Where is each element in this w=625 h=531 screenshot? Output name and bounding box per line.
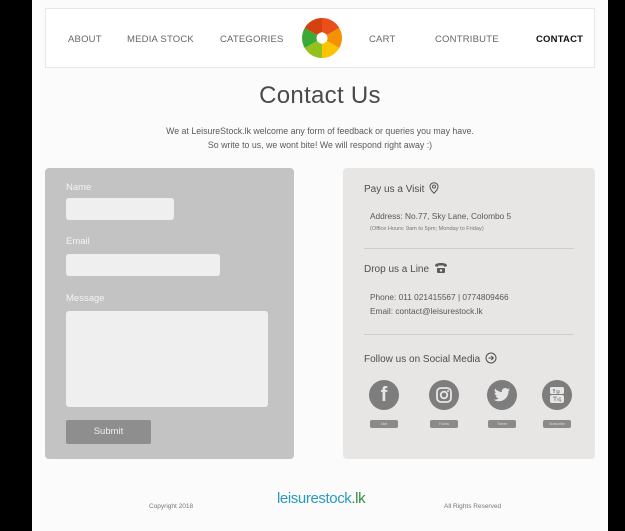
arrow-circle-icon [485,352,497,367]
instagram-widget: Follow [427,380,461,432]
intro-text: We at LeisureStock.lk welcome any form o… [32,124,608,152]
social-heading: Follow us on Social Media [364,352,497,367]
divider [364,334,574,335]
message-label: Message [66,293,105,304]
divider [364,248,574,249]
line-heading-text: Drop us a Line [364,264,430,275]
intro-line-1: We at LeisureStock.lk welcome any form o… [166,126,474,136]
line-heading: Drop us a Line [364,262,448,277]
twitter-tweet-button[interactable]: Tweet [488,420,516,428]
nav-cart[interactable]: CART [369,9,396,69]
facebook-like-button[interactable]: Like [370,420,398,428]
top-navbar: ABOUT MEDIA STOCK CATEGORIES CART CONTRI… [45,8,595,68]
youtube-subscribe-button[interactable]: Subscribe [543,420,571,428]
footer-logo[interactable]: leisurestock.lk [277,490,366,507]
facebook-icon[interactable]: f [369,380,399,410]
email-text: Email: contact@leisurestock.lk [370,306,483,316]
page: ABOUT MEDIA STOCK CATEGORIES CART CONTRI… [32,0,608,531]
footer-copyright: Copyright 2018 [149,503,194,510]
twitter-widget: Tweet [485,380,519,432]
nav-media-stock[interactable]: MEDIA STOCK [127,9,194,69]
youtube-icon[interactable] [542,380,572,410]
instagram-follow-button[interactable]: Follow [430,420,458,428]
facebook-widget: f Like [367,380,401,432]
nav-contact[interactable]: CONTACT [536,9,583,69]
contact-form: Name Email Message Submit [45,168,294,459]
name-label: Name [66,182,92,193]
location-pin-icon [429,182,439,197]
nav-categories[interactable]: CATEGORIES [220,9,284,69]
phone-text: Phone: 011 021415567 | 0774809466 [370,292,509,302]
name-field[interactable] [66,198,174,220]
visit-heading-text: Pay us a Visit [364,184,425,195]
nav-about[interactable]: ABOUT [68,9,102,69]
footer-logo-main: leisurestock [277,490,352,507]
footer-logo-suffix: .lk [351,490,366,507]
page-title: Contact Us [259,82,381,109]
visit-heading: Pay us a Visit [364,182,439,197]
office-hours-text: (Office Hours: 9am to 5pm; Monday to Fri… [370,226,484,232]
address-text: Address: No.77, Sky Lane, Colombo 5 [370,211,512,221]
submit-button[interactable]: Submit [66,420,151,444]
email-field[interactable] [66,254,220,276]
telephone-icon [434,262,448,277]
youtube-widget: Subscribe [540,380,574,432]
message-field[interactable] [66,311,268,407]
contact-info-panel: Pay us a Visit Address: No.77, Sky Lane,… [343,168,595,459]
social-heading-text: Follow us on Social Media [364,354,481,365]
instagram-icon[interactable] [429,380,459,410]
twitter-icon[interactable] [487,380,517,410]
aperture-logo-icon[interactable] [299,15,345,61]
footer-rights: All Rights Reserved [444,503,502,510]
intro-line-2: So write to us, we wont bite! We will re… [207,140,433,150]
email-label: Email [66,236,90,247]
nav-contribute[interactable]: CONTRIBUTE [435,9,499,69]
